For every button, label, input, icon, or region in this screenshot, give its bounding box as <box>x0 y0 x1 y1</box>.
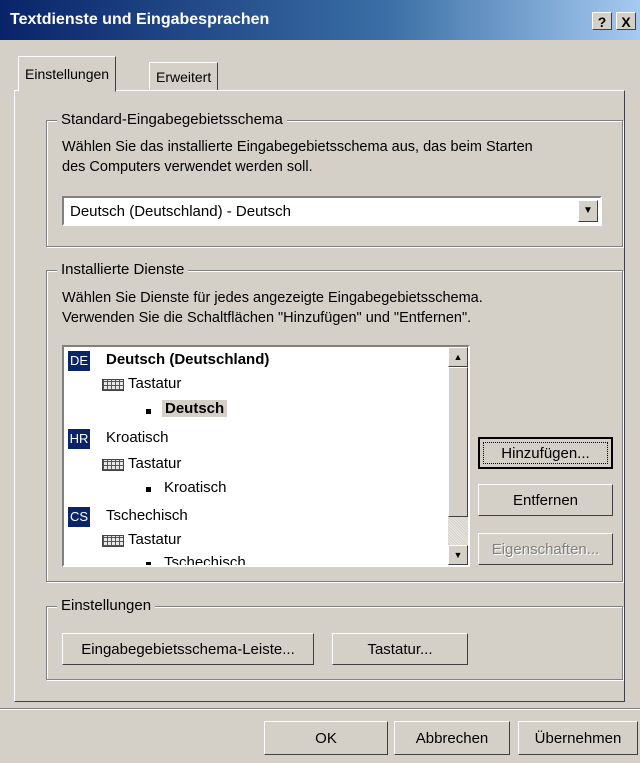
tree-layout-kroatisch[interactable]: Kroatisch <box>164 479 227 496</box>
cancel-button-label: Abbrechen <box>415 729 489 747</box>
focus-rect <box>483 442 608 464</box>
tab-erweitert[interactable]: Erweitert <box>149 62 219 90</box>
remove-button[interactable]: Entfernen <box>478 484 613 516</box>
window-title: Textdienste und Eingabesprachen <box>10 11 270 28</box>
de-badge: DE <box>68 351 90 371</box>
language-bar-button[interactable]: Eingabegebietsschema-Leiste... <box>62 633 314 665</box>
help-button[interactable]: ? <box>592 12 612 30</box>
ok-button[interactable]: OK <box>264 721 388 755</box>
services-tree[interactable]: DE Deutsch (Deutschland) Tastatur Deutsc… <box>62 345 470 567</box>
tree-language-tschechisch[interactable]: Tschechisch <box>106 507 188 524</box>
ok-button-label: OK <box>315 729 337 747</box>
apply-button-label: Übernehmen <box>534 729 622 747</box>
tab-einstellungen[interactable]: Einstellungen <box>18 56 117 92</box>
scroll-up-icon[interactable]: ▲ <box>448 347 468 367</box>
scroll-down-icon[interactable]: ▼ <box>448 545 468 565</box>
remove-button-label: Entfernen <box>512 491 579 509</box>
installed-services-description-line2: Verwenden Sie die Schaltflächen "Hinzufü… <box>62 310 472 326</box>
tree-category-tastatur-hr[interactable]: Tastatur <box>128 455 181 472</box>
tree-category-tastatur-cs[interactable]: Tastatur <box>128 531 181 548</box>
cancel-button[interactable]: Abbrechen <box>394 721 510 755</box>
footer-separator <box>0 708 640 710</box>
tab-einstellungen-label: Einstellungen <box>25 66 110 82</box>
bullet-icon <box>146 409 151 414</box>
default-layout-select[interactable]: Deutsch (Deutschland) - Deutsch ▼ <box>62 196 602 226</box>
tree-language-deutsch[interactable]: Deutsch (Deutschland) <box>106 351 269 368</box>
keyboard-icon <box>102 379 124 391</box>
properties-button-label: Eigenschaften... <box>491 540 600 558</box>
installed-services-legend: Installierte Dienste <box>57 261 189 278</box>
keyboard-icon <box>102 535 124 547</box>
title-bar: Textdienste und Eingabesprachen ? X <box>0 0 640 40</box>
add-button[interactable]: Hinzufügen... <box>478 437 613 469</box>
default-layout-legend: Standard-Eingabegebietsschema <box>57 111 287 128</box>
tree-language-kroatisch[interactable]: Kroatisch <box>106 429 169 446</box>
cs-badge: CS <box>68 507 90 527</box>
keyboard-icon <box>102 459 124 471</box>
tree-layout-tschechisch[interactable]: Tschechisch <box>164 554 246 565</box>
properties-button[interactable]: Eigenschaften... <box>478 533 613 565</box>
close-button[interactable]: X <box>616 12 636 30</box>
apply-button[interactable]: Übernehmen <box>518 721 638 755</box>
keyboard-settings-button-label: Tastatur... <box>367 640 433 658</box>
chevron-down-icon[interactable]: ▼ <box>578 200 598 222</box>
tab-erweitert-label: Erweitert <box>156 69 212 85</box>
settings-group-legend: Einstellungen <box>57 597 156 614</box>
default-layout-description-line2: des Computers verwendet werden soll. <box>62 159 313 175</box>
default-layout-description-line1: Wählen Sie das installierte Eingabegebie… <box>62 139 533 155</box>
language-bar-button-label: Eingabegebietsschema-Leiste... <box>81 640 295 658</box>
tree-layout-deutsch[interactable]: Deutsch <box>162 400 228 417</box>
default-layout-selected-value: Deutsch (Deutschland) - Deutsch <box>70 203 291 220</box>
scroll-thumb[interactable] <box>448 367 468 517</box>
tree-scrollbar[interactable]: ▲ ▼ <box>448 347 468 565</box>
bullet-icon <box>146 562 151 565</box>
hr-badge: HR <box>68 429 90 449</box>
tree-category-tastatur-de[interactable]: Tastatur <box>128 375 181 392</box>
installed-services-description-line1: Wählen Sie Dienste für jedes angezeigte … <box>62 290 483 306</box>
keyboard-settings-button[interactable]: Tastatur... <box>332 633 468 665</box>
bullet-icon <box>146 487 151 492</box>
